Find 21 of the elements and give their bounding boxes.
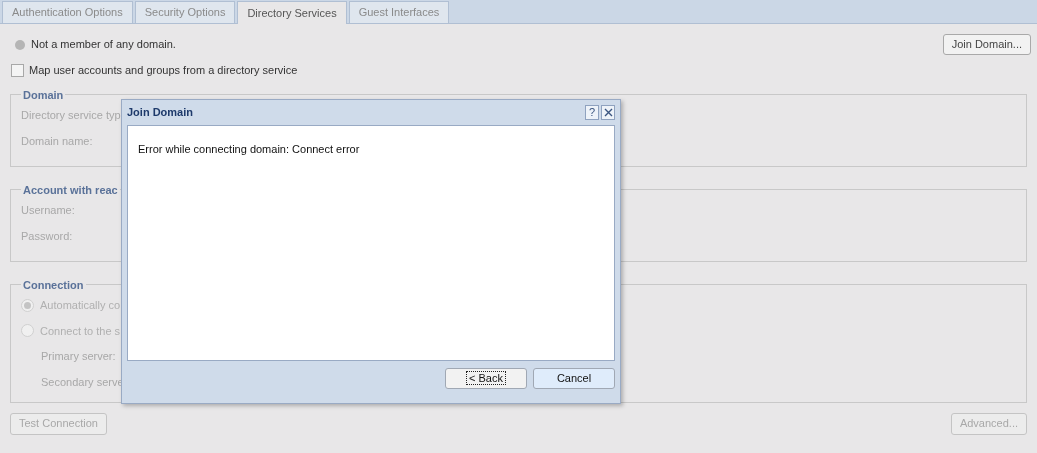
checkbox[interactable] [11,63,24,77]
section-title: Account with reac [22,182,119,198]
join-domain-button[interactable]: Join Domain... [942,34,1031,55]
dialog-title: Join Domain [127,105,193,121]
section-title: Connection [22,277,85,293]
field-label: Domain name: [21,133,93,149]
help-icon[interactable]: ? [585,105,599,120]
field-label: Username: [21,203,75,218]
section-title: Domain [22,87,65,103]
close-icon[interactable] [601,105,615,120]
field-label: Password: [21,228,73,244]
field-label: Directory service typ [21,108,121,123]
cancel-button[interactable]: Cancel [533,368,615,389]
status-text: Not a member of any domain. [31,37,176,53]
radio-button[interactable] [21,298,34,312]
radio-button[interactable] [21,324,34,338]
error-message: Error while connecting domain: Connect error [138,143,360,155]
tab[interactable]: Directory Services [237,1,347,24]
field-label: Primary server: [40,349,116,364]
back-button[interactable]: < Back [445,368,527,389]
checkbox-label: Map user accounts and groups from a directory service [29,63,298,78]
